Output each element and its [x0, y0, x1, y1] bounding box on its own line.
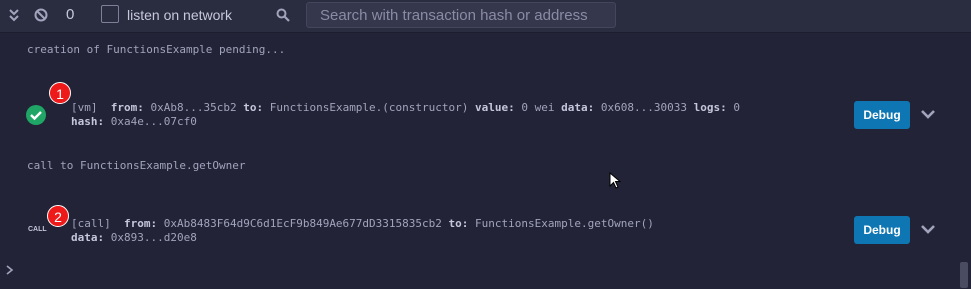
tx2-from-label: from: [124, 217, 158, 230]
tx2-debug-button[interactable]: Debug [854, 216, 910, 244]
tx2-to: FunctionsExample.getOwner() [475, 217, 654, 230]
tx1-logs: 0 [733, 101, 740, 114]
tx1-data: 0x608...30033 [600, 101, 687, 114]
tx2-data: 0x893...d20e8 [110, 231, 197, 244]
tx1-from-label: from: [110, 101, 144, 114]
tx1-from: 0xAb8...35cb2 [150, 101, 237, 114]
tx1-data-label: data: [561, 101, 595, 114]
tx1-value: 0 wei [521, 101, 555, 114]
tx2-from: 0xAb8483F64d9C6d1EcF9b849Ae677dD3315835c… [163, 217, 442, 230]
tx1-logs-label: logs: [693, 101, 727, 114]
tx1-to: FunctionsExample.(constructor) [269, 101, 469, 114]
tx1-debug-button[interactable]: Debug [854, 101, 910, 129]
tx2-data-label: data: [71, 231, 105, 244]
block-icon[interactable] [34, 8, 48, 22]
annotation-badge-2: 2 [47, 205, 69, 227]
tx2-data-line: data: 0x893...d20e8 [71, 231, 197, 245]
chevron-right-icon[interactable] [6, 265, 14, 275]
log-line-creation-pending: creation of FunctionsExample pending... [27, 43, 286, 56]
tx1-to-label: to: [243, 101, 264, 114]
tx1-tag: [vm] [71, 101, 98, 114]
listen-on-network-label[interactable]: listen on network [127, 7, 232, 23]
remix-terminal: 0 listen on network Search with transact… [0, 0, 971, 289]
terminal-toolbar: 0 listen on network Search with transact… [0, 0, 971, 33]
tx1-expand-chevron-icon[interactable] [920, 108, 936, 120]
mouse-cursor-icon [609, 172, 621, 189]
vertical-scrollbar[interactable] [960, 262, 968, 288]
tx1-hash-line: hash: 0xa4e...07cf0 [71, 115, 197, 129]
annotation-badge-1: 1 [49, 82, 71, 104]
tx1-value-label: value: [475, 101, 515, 114]
double-chevron-down-icon[interactable] [8, 8, 20, 22]
tx2-summary-line[interactable]: [call] from: 0xAb8483F64d9C6d1EcF9b849Ae… [71, 217, 654, 231]
tx2-tag: [call] [71, 217, 111, 230]
log-line-call: call to FunctionsExample.getOwner [27, 159, 246, 172]
tx2-to-label: to: [448, 217, 469, 230]
tx1-summary-line[interactable]: [vm] from: 0xAb8...35cb2 to: FunctionsEx… [71, 101, 740, 115]
pending-count: 0 [66, 6, 75, 23]
tx1-hash-label: hash: [71, 115, 105, 128]
tx1-hash: 0xa4e...07cf0 [110, 115, 197, 128]
check-circle-icon [26, 105, 46, 125]
tx2-expand-chevron-icon[interactable] [920, 223, 936, 235]
call-icon: CALL [28, 226, 47, 233]
search-icon[interactable] [276, 8, 290, 22]
search-input[interactable]: Search with transaction hash or address [306, 2, 616, 28]
listen-on-network-checkbox[interactable] [101, 5, 119, 23]
